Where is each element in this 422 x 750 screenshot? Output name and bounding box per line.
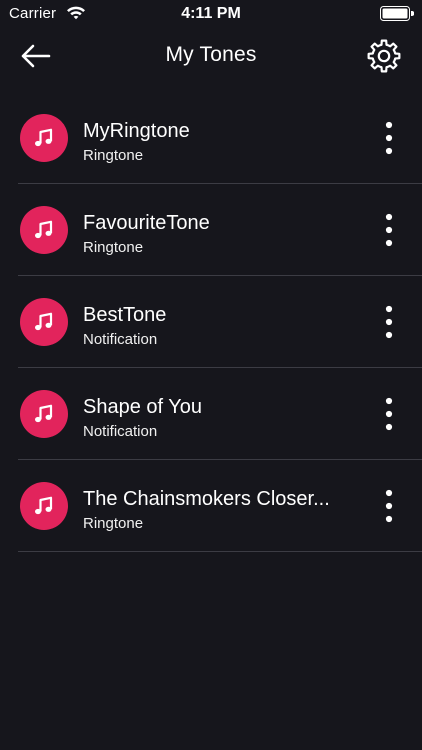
tone-avatar	[20, 298, 68, 346]
more-vertical-icon	[385, 121, 393, 155]
tone-avatar	[20, 482, 68, 530]
tone-row[interactable]: Shape of You Notification	[0, 368, 422, 460]
more-vertical-icon	[385, 305, 393, 339]
tone-avatar	[20, 114, 68, 162]
tone-title: Shape of You	[83, 396, 203, 418]
tone-row[interactable]: FavouriteTone Ringtone	[0, 184, 422, 276]
tone-type: Ringtone	[83, 515, 144, 532]
music-note-icon	[35, 404, 53, 423]
tone-type: Notification	[83, 331, 158, 348]
status-bar: Carrier 4:11 PM	[0, 0, 422, 28]
tone-avatar	[20, 206, 68, 254]
more-options-button[interactable]	[372, 210, 406, 250]
tone-title: The Chainsmokers Closer...	[83, 488, 330, 510]
more-vertical-icon	[385, 397, 393, 431]
more-options-button[interactable]	[372, 302, 406, 342]
navigation-bar: My Tones	[0, 28, 422, 84]
gear-icon	[367, 39, 401, 73]
status-time: 4:11 PM	[181, 5, 241, 22]
tone-type: Ringtone	[83, 147, 144, 164]
more-options-button[interactable]	[372, 394, 406, 434]
more-options-button[interactable]	[372, 486, 406, 526]
music-note-icon	[35, 496, 53, 515]
more-vertical-icon	[385, 489, 393, 523]
tone-type: Ringtone	[83, 239, 144, 256]
tone-row[interactable]: The Chainsmokers Closer... Ringtone	[0, 460, 422, 552]
music-note-icon	[35, 128, 53, 147]
tone-avatar	[20, 390, 68, 438]
tone-title: FavouriteTone	[83, 212, 210, 234]
battery-icon	[380, 6, 414, 21]
more-vertical-icon	[385, 213, 393, 247]
tone-title: MyRingtone	[83, 120, 190, 142]
tone-list: MyRingtone Ringtone FavouriteTone Ringto…	[0, 92, 422, 552]
tone-type: Notification	[83, 423, 158, 440]
tone-row[interactable]: MyRingtone Ringtone	[0, 92, 422, 184]
music-note-icon	[35, 220, 53, 239]
music-note-icon	[35, 312, 53, 331]
tone-row[interactable]: BestTone Notification	[0, 276, 422, 368]
settings-button[interactable]	[362, 36, 406, 76]
tone-title: BestTone	[83, 304, 167, 326]
page-title: My Tones	[165, 43, 257, 66]
more-options-button[interactable]	[372, 118, 406, 158]
